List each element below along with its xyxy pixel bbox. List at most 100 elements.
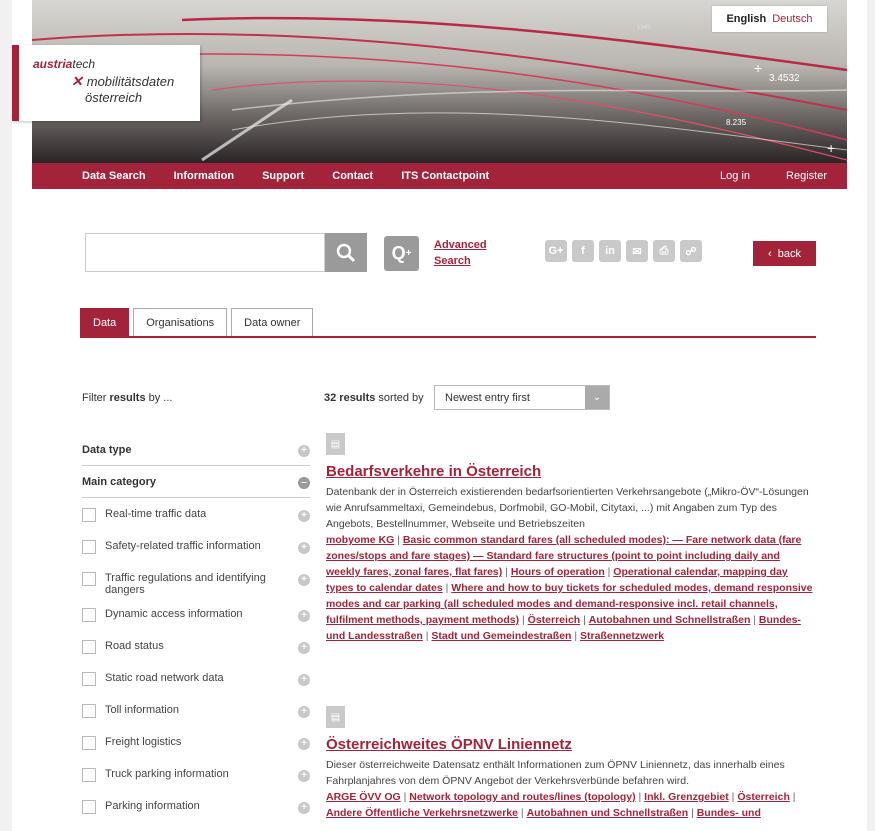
chevron-down-icon: ⌄	[585, 386, 609, 409]
nav-support[interactable]: Support	[262, 170, 304, 182]
result-tag-link[interactable]: Andere Öffentliche Verkehrsnetzwerke	[326, 807, 518, 819]
filter-category-item[interactable]: Toll information +	[82, 698, 310, 730]
expand-icon[interactable]: +	[298, 642, 310, 654]
filter-data-type[interactable]: Data type +	[82, 434, 310, 466]
filter-category-item[interactable]: Real-time traffic data +	[82, 502, 310, 534]
expand-icon[interactable]: +	[298, 542, 310, 554]
result-tag-link[interactable]: Bundes- und	[697, 807, 761, 819]
filter-category-item[interactable]: Road status +	[82, 634, 310, 666]
filter-category-item[interactable]: Static road network data +	[82, 666, 310, 698]
result-title[interactable]: Österreichweites ÖPNV Liniennetz	[326, 736, 816, 753]
main-nav: Data Search Information Support Contact …	[32, 163, 847, 189]
expand-icon[interactable]: +	[298, 770, 310, 782]
result-tag-link[interactable]: Österreich	[528, 614, 581, 626]
checkbox[interactable]	[82, 800, 96, 814]
advanced-search-link[interactable]: Advanced Search	[434, 237, 487, 269]
result-tag-link[interactable]: mobyome KG	[326, 534, 394, 546]
plus-mark-icon: +	[754, 60, 763, 76]
expand-icon[interactable]: +	[298, 674, 310, 686]
category-list: Real-time traffic data + Safety-related tr…	[82, 502, 310, 826]
expand-icon[interactable]: +	[298, 738, 310, 750]
result-item: ▤ Bedarfsverkehre in Österreich Datenban…	[326, 433, 816, 644]
filter-category-item[interactable]: Traffic regulations and identifying dang…	[82, 566, 310, 602]
result-tag-link[interactable]: ARGE ÖVV OG	[326, 791, 401, 803]
sort-select[interactable]: Newest entry first ⌄	[434, 385, 610, 410]
advanced-search-icon[interactable]: Q +	[384, 236, 419, 271]
facebook-icon[interactable]: f	[572, 240, 594, 262]
logo[interactable]: austriatech ✕ mobilitätsdaten österreich	[12, 45, 200, 121]
checkbox[interactable]	[82, 540, 96, 554]
result-description: Datenbank der in Österreich existierende…	[326, 486, 809, 530]
checkbox[interactable]	[82, 736, 96, 750]
result-tag-link[interactable]: Inkl. Grenzgebiet	[644, 791, 729, 803]
expand-icon[interactable]: +	[298, 510, 310, 522]
filter-category-item[interactable]: Safety-related traffic information +	[82, 534, 310, 566]
tab-organisations[interactable]: Organisations	[133, 308, 228, 336]
result-tag-link[interactable]: Network topology and routes/lines (topol…	[409, 791, 635, 803]
linkedin-icon[interactable]: in	[599, 240, 621, 262]
result-tag-link[interactable]: Straßennetzwerk	[580, 630, 664, 642]
plus-mark-icon: +	[827, 140, 836, 156]
checkbox[interactable]	[82, 608, 96, 622]
filter-category-item[interactable]: Dynamic access information +	[82, 602, 310, 634]
result-tag-link[interactable]: Stadt und Gemeindestraßen	[431, 630, 571, 642]
result-item: ▤ Österreichweites ÖPNV Liniennetz Diese…	[326, 706, 816, 821]
search-input[interactable]	[85, 233, 325, 272]
expand-icon[interactable]: +	[298, 610, 310, 622]
checkbox[interactable]	[82, 768, 96, 782]
expand-icon: +	[298, 444, 310, 457]
checkbox[interactable]	[82, 572, 96, 586]
filter-label: Filter results by ...	[82, 392, 173, 404]
category-label: Toll information	[105, 704, 179, 716]
checkbox[interactable]	[82, 508, 96, 522]
filter-category-item[interactable]: Truck parking information +	[82, 762, 310, 794]
result-tag-link[interactable]: Österreich	[737, 791, 790, 803]
category-label: Real-time traffic data	[105, 508, 207, 520]
google-plus-icon[interactable]: G+	[545, 240, 567, 262]
register-link[interactable]: Register	[786, 170, 827, 182]
lang-deutsch[interactable]: Deutsch	[772, 13, 812, 25]
category-label: Static road network data	[105, 672, 224, 684]
checkbox[interactable]	[82, 672, 96, 686]
result-tag-link[interactable]: Hours of operation	[511, 566, 605, 578]
category-label: Dynamic access information	[105, 608, 243, 620]
checkbox[interactable]	[82, 640, 96, 654]
expand-icon[interactable]: +	[298, 802, 310, 814]
result-tags: mobyome KG | Basic common standard fares…	[326, 534, 813, 642]
dataset-icon: ▤	[326, 706, 345, 728]
category-label: Parking information	[105, 800, 200, 812]
nav-data-search[interactable]: Data Search	[82, 170, 146, 182]
filter-category-item[interactable]: Parking information +	[82, 794, 310, 826]
logo-line-2: ✕ mobilitätsdaten	[71, 73, 175, 89]
search-icon	[336, 243, 356, 262]
category-label: Traffic regulations and identifying dang…	[105, 572, 266, 596]
search-button[interactable]	[325, 233, 367, 272]
category-label: Freight logistics	[105, 736, 182, 748]
share-icons: G+ f in ✉ ⎙ ☍	[545, 240, 702, 262]
rss-icon[interactable]: ☍	[680, 240, 702, 262]
expand-icon[interactable]: +	[298, 574, 310, 586]
chevron-left-icon: ‹	[768, 247, 772, 260]
mail-icon[interactable]: ✉	[626, 240, 648, 262]
back-button[interactable]: ‹ back	[753, 241, 816, 266]
lang-english[interactable]: English	[726, 13, 766, 25]
print-icon[interactable]: ⎙	[653, 240, 675, 262]
tab-bar: Data Organisations Data owner	[80, 308, 816, 338]
category-label: Road status	[105, 640, 164, 652]
logo-mark-icon: ✕	[71, 73, 83, 89]
nav-its-contactpoint[interactable]: ITS Contactpoint	[401, 170, 489, 182]
tab-data-owner[interactable]: Data owner	[231, 308, 314, 336]
filter-category-item[interactable]: Freight logistics +	[82, 730, 310, 762]
results-count: 32 results sorted by	[324, 392, 424, 404]
filter-main-category[interactable]: Main category –	[82, 466, 310, 498]
checkbox[interactable]	[82, 704, 96, 718]
expand-icon[interactable]: +	[298, 706, 310, 718]
result-description: Dieser österreichweite Datensatz enthält…	[326, 759, 785, 787]
result-title[interactable]: Bedarfsverkehre in Österreich	[326, 463, 816, 480]
nav-information[interactable]: Information	[174, 170, 235, 182]
tab-data[interactable]: Data	[80, 308, 130, 336]
result-tag-link[interactable]: Autobahnen und Schnellstraßen	[527, 807, 689, 819]
nav-contact[interactable]: Contact	[332, 170, 373, 182]
login-link[interactable]: Log in	[720, 170, 750, 182]
result-tag-link[interactable]: Autobahnen und Schnellstraßen	[589, 614, 751, 626]
